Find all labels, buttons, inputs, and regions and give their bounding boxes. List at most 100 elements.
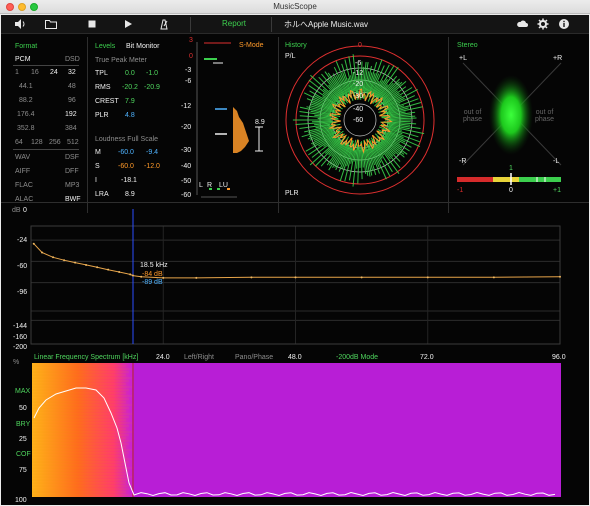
spectrum-ytick-minus144: -144 xyxy=(13,323,28,330)
metronome-icon[interactable] xyxy=(157,17,171,31)
spectrum-point xyxy=(74,261,77,264)
smode-scale-3: 3 xyxy=(189,37,193,44)
format-wav: WAV xyxy=(15,154,31,161)
smode-scale-minus60: -60 xyxy=(181,192,192,199)
smode-legend-lu: LU xyxy=(219,182,228,189)
lra-value: 8.9 xyxy=(125,191,135,198)
spectrum-point xyxy=(129,273,132,276)
spectrogram-label-75: 75 xyxy=(19,467,27,474)
smode-scale-minus50: -50 xyxy=(181,178,192,185)
format-title: Format xyxy=(15,43,38,50)
dsd-rate-128: 128 xyxy=(31,139,43,146)
true-peak-meter-label: True Peak Meter xyxy=(95,57,147,64)
balance-zero: 0 xyxy=(509,187,513,194)
format-panel: Format PCM DSD 1 16 24 32 44.1 48 88.2 9… xyxy=(1,35,87,203)
lra-label: LRA xyxy=(95,191,109,198)
rms-label: RMS xyxy=(95,84,111,91)
history-ring-minus12: -12 xyxy=(353,70,364,77)
spectrum-point xyxy=(85,263,88,266)
dsd-rate-256: 256 xyxy=(49,139,61,146)
spectrogram-label-bry: BRY xyxy=(16,421,31,428)
pcm-label: PCM xyxy=(15,56,31,63)
momentary-label: M xyxy=(95,149,101,156)
bit-depth-32: 32 xyxy=(68,69,76,76)
format-flac: FLAC xyxy=(15,182,33,189)
format-dsf: DSF xyxy=(65,154,79,161)
report-button[interactable]: Report xyxy=(222,19,246,28)
spectrogram-label-cof: COF xyxy=(16,451,31,458)
bit-depth-16: 16 xyxy=(31,69,39,76)
rms-right-value: -20.9 xyxy=(144,84,160,91)
smode-scale-0: 0 xyxy=(189,53,193,60)
spectrum-ytick-minus24: -24 xyxy=(17,237,28,244)
folder-icon[interactable] xyxy=(44,17,58,31)
history-ring-minus60: -60 xyxy=(353,117,364,124)
speaker-icon[interactable] xyxy=(13,17,27,31)
spectrogram-image xyxy=(32,363,561,497)
spectrogram-label-50: 50 xyxy=(19,405,27,412)
history-ring-minus20: -20 xyxy=(353,81,364,88)
stereo-minus-l: -L xyxy=(553,158,560,165)
spectrum-panel: dB 0 -24 -60 -96 -144 -160 -200 18.5 kHz… xyxy=(1,203,589,363)
info-icon[interactable] xyxy=(557,17,571,31)
format-bwf: BWF xyxy=(65,196,81,203)
play-icon[interactable] xyxy=(121,17,135,31)
format-divider xyxy=(13,65,79,66)
stop-icon[interactable] xyxy=(85,17,99,31)
rate-192: 192 xyxy=(65,111,77,118)
short-term-label: S xyxy=(95,163,100,170)
spectrum-cursor-value-a: -84 dB xyxy=(142,271,163,278)
gear-icon[interactable] xyxy=(536,17,550,31)
balance-minus1: -1 xyxy=(457,187,464,194)
spectrum-point xyxy=(294,276,297,279)
spectrum-ytick-minus96: -96 xyxy=(17,289,28,296)
crest-value: 7.9 xyxy=(125,98,135,105)
spectrum-series-line xyxy=(33,243,561,279)
crest-label: CREST xyxy=(95,98,119,105)
spectrum-point xyxy=(63,259,66,262)
format-dff: DFF xyxy=(65,168,79,175)
stereo-plus-l: +L xyxy=(459,55,467,62)
smode-scale-minus30: -30 xyxy=(181,147,192,154)
bit-monitor-label: Bit Monitor xyxy=(126,43,160,50)
plr-label: PLR xyxy=(95,112,109,119)
plr-value: 4.8 xyxy=(125,112,135,119)
spectrogram-label-100: 100 xyxy=(15,497,27,504)
loudness-full-scale-label: Loudness Full Scale xyxy=(95,136,159,143)
file-name: ホルへApple Music.wav xyxy=(284,20,369,29)
momentary-value-b: -9.4 xyxy=(146,149,159,156)
history-ring-minus6: -6 xyxy=(355,60,362,67)
format-alac: ALAC xyxy=(15,196,34,203)
spectrum-point xyxy=(250,276,253,279)
rate-176-4: 176.4 xyxy=(17,111,35,118)
bit-depth-1: 1 xyxy=(15,69,19,76)
spectrum-point xyxy=(32,242,35,245)
short-term-value-a: -60.0 xyxy=(118,163,134,170)
rate-96: 96 xyxy=(68,97,76,104)
dsd-rate-64: 64 xyxy=(15,139,23,146)
spectrum-chart xyxy=(30,209,561,345)
cloud-icon[interactable] xyxy=(515,17,529,31)
correlation-top-label: 1 xyxy=(509,165,513,172)
spectrum-cursor-value-b: -89 dB xyxy=(142,279,163,286)
balance-plus1: +1 xyxy=(553,187,561,194)
history-ring-minus40: -40 xyxy=(353,106,364,113)
format-aiff: AIFF xyxy=(15,168,31,175)
dsd-rate-512: 512 xyxy=(67,139,79,146)
stereo-out-of-phase-left: out of phase xyxy=(463,109,483,123)
dsd-label: DSD xyxy=(65,56,80,63)
smode-scale-minus40: -40 xyxy=(181,163,192,170)
window-title: MusicScope xyxy=(273,2,317,11)
tpl-left-value: 0.0 xyxy=(125,70,135,77)
stereo-out-of-phase-right: out of phase xyxy=(535,109,555,123)
format-mp3: MP3 xyxy=(65,182,80,189)
smode-scale-minus6: -6 xyxy=(185,78,192,85)
history-spike xyxy=(387,131,421,148)
spectrum-point xyxy=(96,266,99,269)
integrated-label: I xyxy=(95,177,97,184)
toolbar-divider xyxy=(271,17,272,32)
spectrum-point xyxy=(131,274,134,277)
rate-48: 48 xyxy=(68,83,76,90)
smode-scale-minus12: -12 xyxy=(181,103,192,110)
tpl-label: TPL xyxy=(95,70,108,77)
